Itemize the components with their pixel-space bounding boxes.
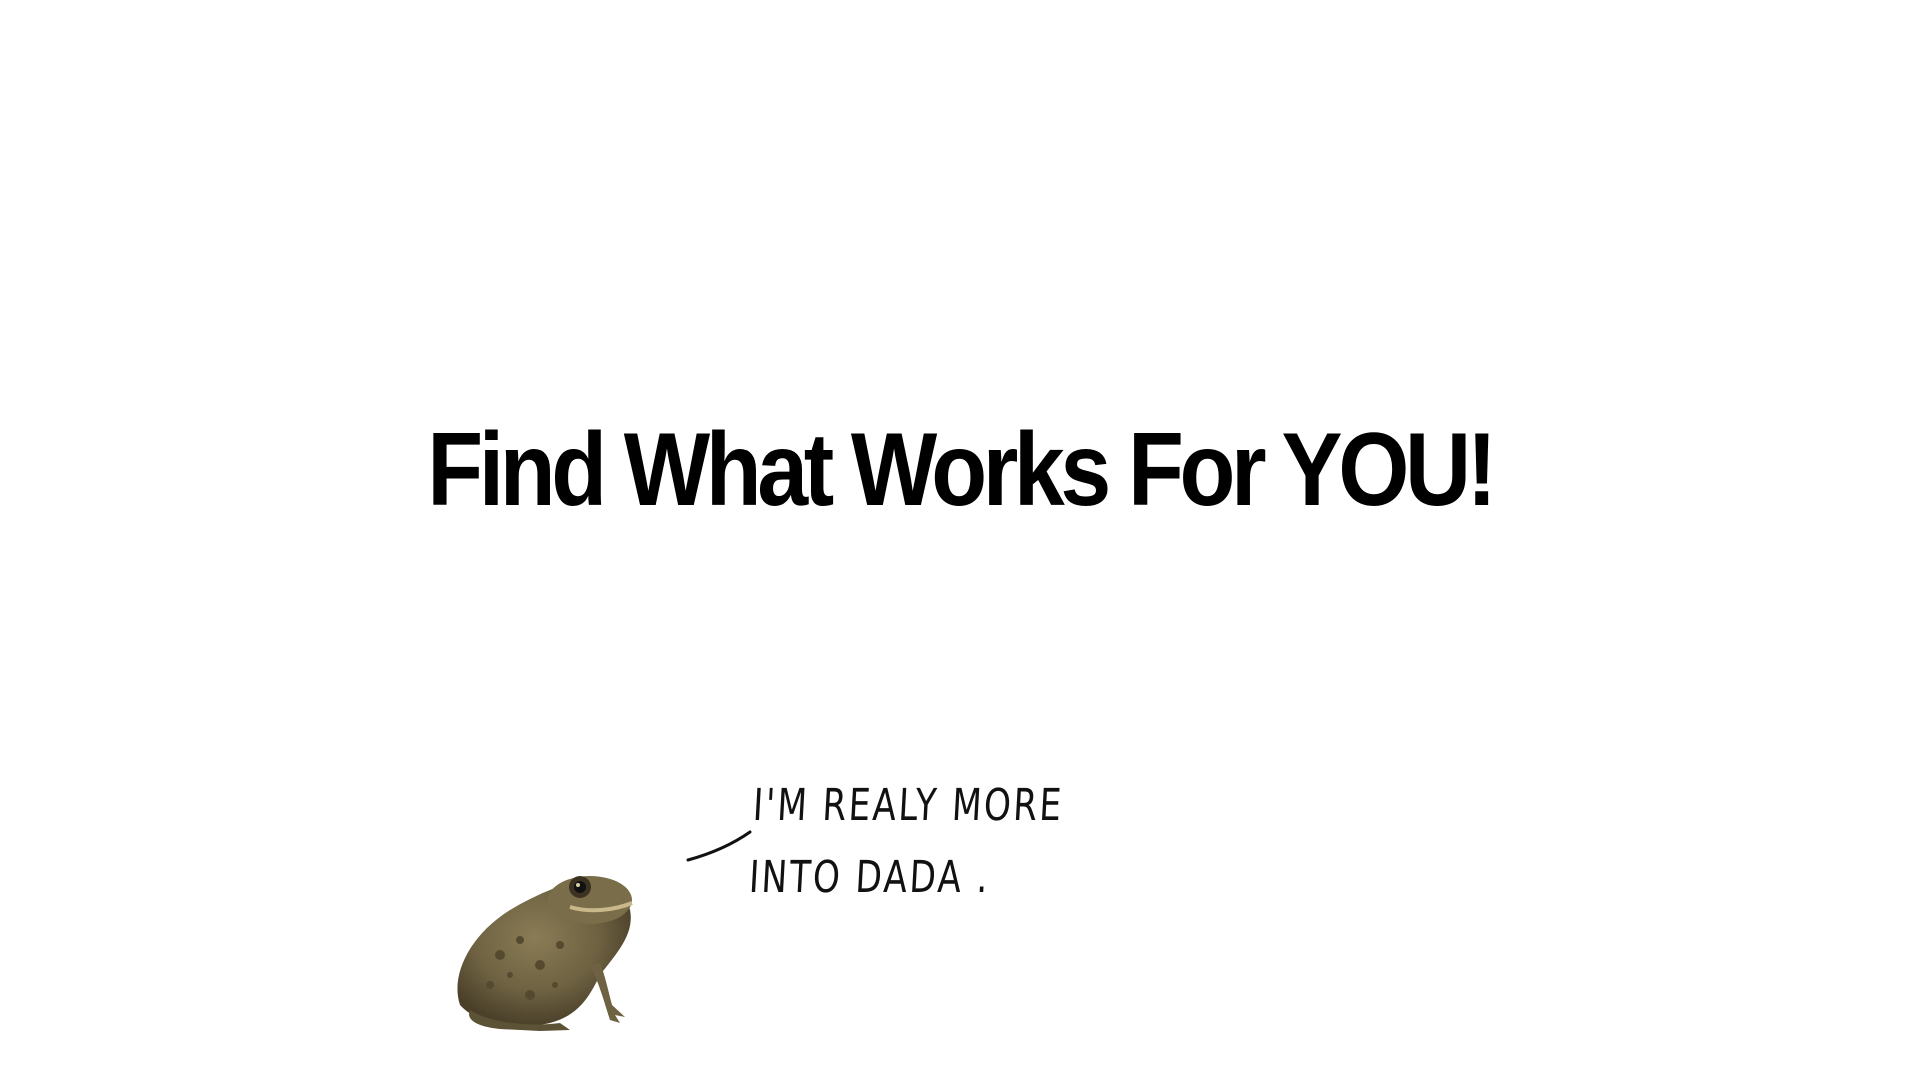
speech-text: I'M REALY MORE INTO DADA .	[747, 770, 1065, 914]
speech-line-1: I'M REALY MORE	[751, 780, 1065, 831]
speech-pointer-line	[686, 830, 752, 862]
toad-icon	[457, 876, 633, 1031]
slide: Find What Works For YOU! I'M REALY MORE …	[0, 0, 1920, 1080]
slide-title: Find What Works For YOU!	[427, 412, 1497, 528]
speech-line-2: INTO DADA .	[747, 852, 992, 903]
